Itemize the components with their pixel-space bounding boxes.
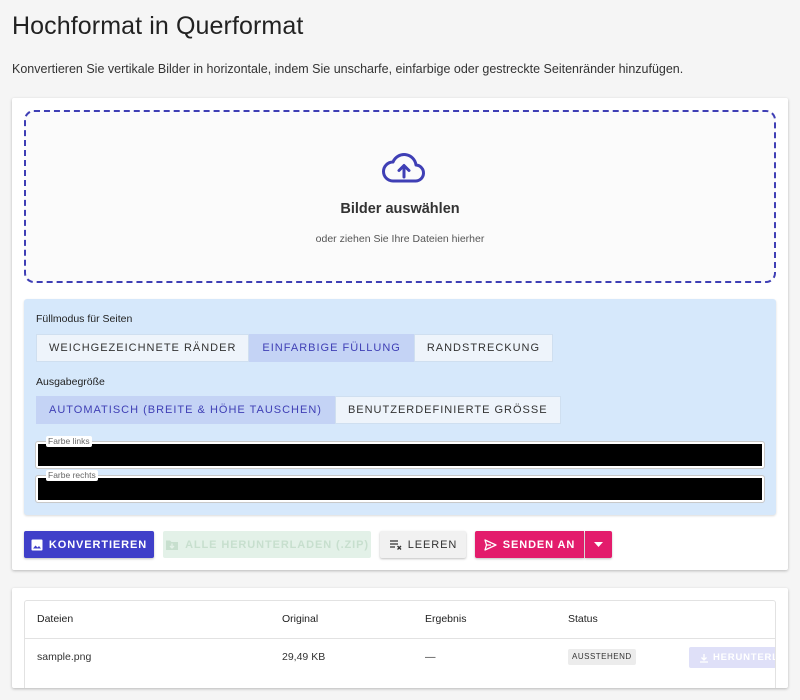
toggle-edge-stretch[interactable]: Randstreckung <box>413 334 554 362</box>
column-header-status: Status <box>568 613 598 625</box>
output-size-label: Ausgabegröße <box>36 376 105 388</box>
clear-button-label: Leeren <box>407 538 458 551</box>
row-result: — <box>425 651 436 663</box>
clear-button[interactable]: Leeren <box>380 531 466 558</box>
clear-list-icon <box>389 539 402 550</box>
convert-button-label: Konvertieren <box>48 538 148 551</box>
image-icon <box>31 539 43 550</box>
column-header-files: Dateien <box>37 613 74 625</box>
send-to-label: Senden an <box>502 538 576 551</box>
toggle-blurred-edges[interactable]: Weichgezeichnete Ränder <box>36 334 250 362</box>
color-right-label: Farbe rechts <box>46 470 98 481</box>
download-all-button[interactable]: Alle herunterladen (.zip) <box>163 531 371 558</box>
row-file-name: sample.png <box>37 651 92 663</box>
converter-card: Bilder auswählen oder ziehen Sie Ihre Da… <box>12 98 788 570</box>
file-dropzone[interactable]: Bilder auswählen oder ziehen Sie Ihre Da… <box>24 110 776 283</box>
dropzone-title: Bilder auswählen <box>340 201 460 217</box>
status-badge: AUSSTEHEND <box>568 649 636 665</box>
color-left-field[interactable]: Farbe links <box>35 436 765 469</box>
color-right-field[interactable]: Farbe rechts <box>35 470 765 503</box>
column-header-result: Ergebnis <box>425 613 467 625</box>
fill-mode-label: Füllmodus für Seiten <box>36 313 133 325</box>
column-header-original: Original <box>282 613 319 625</box>
download-all-label: Alle herunterladen (.zip) <box>185 538 369 551</box>
color-left-label: Farbe links <box>46 436 92 447</box>
caret-down-icon <box>594 542 603 547</box>
toggle-auto-size[interactable]: Automatisch (Breite & Höhe tauschen) <box>36 396 335 424</box>
row-download-button[interactable]: HERUNTERLA <box>689 647 775 668</box>
row-original-size: 29,49 KB <box>282 651 326 663</box>
header-divider <box>25 638 775 639</box>
toggle-custom-size[interactable]: Benutzerdefinierte Größe <box>334 396 561 424</box>
download-icon <box>700 653 708 663</box>
folder-download-icon <box>166 540 179 550</box>
cloud-upload-icon <box>382 153 425 183</box>
toggle-solid-fill[interactable]: Einfarbige Füllung <box>249 334 414 362</box>
send-to-button[interactable]: Senden an <box>475 531 584 558</box>
convert-button[interactable]: Konvertieren <box>24 531 154 558</box>
output-size-toggle-group: Automatisch (Breite & Höhe tauschen) Ben… <box>36 396 561 424</box>
send-icon <box>484 538 497 551</box>
row-download-label: HERUNTERLA <box>713 652 775 663</box>
files-table: Dateien Original Ergebnis Status sample.… <box>24 600 776 688</box>
options-panel: Füllmodus für Seiten Weichgezeichnete Rä… <box>24 299 776 515</box>
fill-mode-toggle-group: Weichgezeichnete Ränder Einfarbige Füllu… <box>36 334 554 362</box>
page-subtitle: Konvertieren Sie vertikale Bilder in hor… <box>12 62 684 76</box>
send-to-dropdown-button[interactable] <box>585 531 612 558</box>
files-card: Dateien Original Ergebnis Status sample.… <box>12 588 788 688</box>
page-title: Hochformat in Querformat <box>12 12 304 40</box>
dropzone-subtitle: oder ziehen Sie Ihre Dateien hierher <box>315 233 485 245</box>
